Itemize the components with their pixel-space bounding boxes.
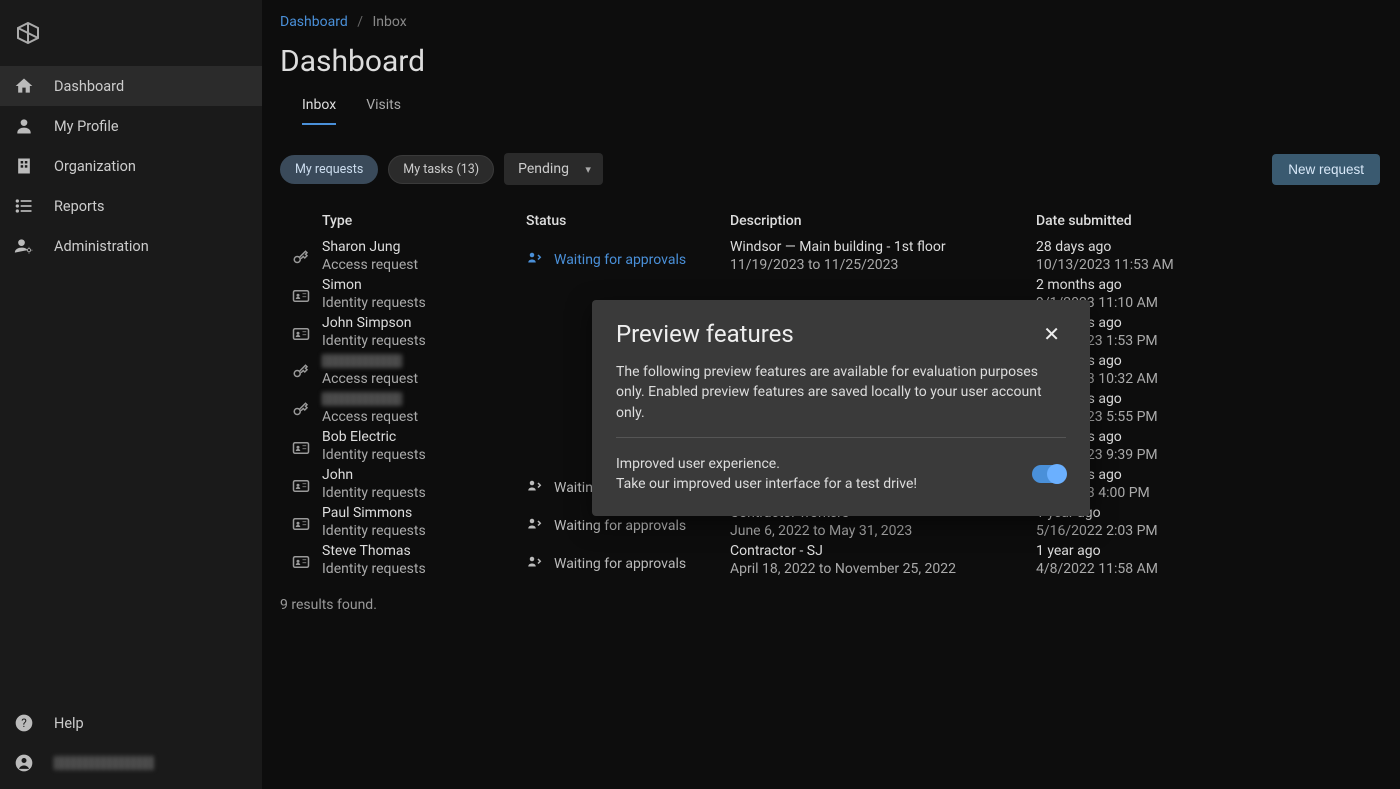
help-icon: ? (14, 713, 34, 733)
table-row[interactable]: Steve ThomasIdentity requestsWaiting for… (280, 541, 1380, 579)
description-cell (730, 277, 1036, 279)
filter-row: My requests My tasks (13) Pending New re… (280, 153, 1380, 185)
approval-icon (526, 249, 544, 271)
approval-icon (526, 515, 544, 537)
type-cell: Sharon JungAccess request (322, 239, 526, 273)
type-cell: JohnIdentity requests (322, 467, 526, 501)
sidebar: Dashboard My Profile Organization Report… (0, 0, 262, 789)
sidebar-bottom: ? Help (0, 703, 262, 789)
preview-features-modal: Preview features ✕ The following preview… (592, 300, 1090, 516)
type-cell: SimonIdentity requests (322, 277, 526, 311)
list-icon (14, 196, 34, 216)
building-icon (14, 156, 34, 176)
header-date: Date submitted (1036, 213, 1380, 229)
page-title: Dashboard (280, 44, 1380, 79)
modal-description: The following preview features are avail… (616, 362, 1066, 438)
date-cell: 28 days ago10/13/2023 11:53 AM (1036, 239, 1380, 273)
sidebar-item-label: Help (54, 715, 84, 732)
key-icon (280, 239, 322, 267)
status-cell: Waiting for approvals (526, 543, 730, 575)
status-select[interactable]: Pending (504, 153, 603, 185)
breadcrumb-root[interactable]: Dashboard (280, 14, 348, 30)
home-icon (14, 76, 34, 96)
tab-inbox[interactable]: Inbox (302, 91, 336, 125)
sidebar-item-profile[interactable]: My Profile (0, 106, 262, 146)
description-cell: Contractor - SJApril 18, 2022 to Novembe… (730, 543, 1036, 577)
id-card-icon (280, 467, 322, 495)
breadcrumb-current: Inbox (372, 14, 406, 30)
id-card-icon (280, 429, 322, 457)
status-cell (526, 277, 730, 287)
header-status: Status (526, 213, 730, 229)
type-cell: John SimpsonIdentity requests (322, 315, 526, 349)
type-cell: Paul SimmonsIdentity requests (322, 505, 526, 539)
sidebar-item-label: Organization (54, 158, 136, 175)
type-cell: Bob ElectricIdentity requests (322, 429, 526, 463)
sidebar-item-label: My Profile (54, 118, 119, 135)
header-type: Type (322, 213, 526, 229)
header-description: Description (730, 213, 1036, 229)
chip-my-requests[interactable]: My requests (280, 155, 378, 184)
sidebar-item-account[interactable] (0, 743, 262, 783)
table-header: Type Status Description Date submitted (280, 209, 1380, 237)
feature-toggle[interactable] (1032, 465, 1066, 483)
type-cell: Access request (322, 391, 526, 425)
type-cell: Steve ThomasIdentity requests (322, 543, 526, 577)
sidebar-item-organization[interactable]: Organization (0, 146, 262, 186)
sidebar-item-label: Administration (54, 238, 149, 255)
admin-icon (14, 236, 34, 256)
sidebar-item-reports[interactable]: Reports (0, 186, 262, 226)
modal-close-button[interactable]: ✕ (1037, 320, 1066, 348)
feature-line1: Improved user experience. (616, 454, 1016, 474)
table-row[interactable]: Sharon JungAccess requestWaiting for app… (280, 237, 1380, 275)
account-icon (14, 753, 34, 773)
key-icon (280, 353, 322, 381)
date-cell: 1 year ago4/8/2022 11:58 AM (1036, 543, 1380, 577)
breadcrumb-separator: / (357, 14, 363, 30)
modal-feature-row: Improved user experience. Take our impro… (616, 454, 1066, 495)
logo-area (0, 0, 262, 66)
new-request-button[interactable]: New request (1272, 154, 1380, 185)
sidebar-item-help[interactable]: ? Help (0, 703, 262, 743)
id-card-icon (280, 315, 322, 343)
modal-title: Preview features (616, 320, 794, 348)
description-cell: Windsor — Main building - 1st floor11/19… (730, 239, 1036, 273)
results-count: 9 results found. (280, 597, 1380, 613)
sidebar-item-administration[interactable]: Administration (0, 226, 262, 266)
approval-icon (526, 553, 544, 575)
tab-visits[interactable]: Visits (366, 91, 401, 125)
approval-icon (526, 477, 544, 499)
id-card-icon (280, 277, 322, 305)
person-icon (14, 116, 34, 136)
key-icon (280, 391, 322, 419)
app-logo-icon (16, 21, 40, 45)
sidebar-item-dashboard[interactable]: Dashboard (0, 66, 262, 106)
tabs: Inbox Visits (280, 91, 1380, 125)
feature-line2: Take our improved user interface for a t… (616, 474, 1016, 494)
id-card-icon (280, 505, 322, 533)
main-content: Dashboard / Inbox Dashboard Inbox Visits… (262, 0, 1400, 789)
modal-feature-text: Improved user experience. Take our impro… (616, 454, 1016, 495)
chip-my-tasks[interactable]: My tasks (13) (388, 155, 494, 184)
id-card-icon (280, 543, 322, 571)
breadcrumb: Dashboard / Inbox (280, 14, 1380, 30)
sidebar-item-label: Reports (54, 198, 105, 215)
redacted-name (322, 354, 402, 368)
close-icon: ✕ (1043, 322, 1060, 346)
status-select-value: Pending (518, 161, 569, 177)
redacted-name (322, 392, 402, 406)
type-cell: Access request (322, 353, 526, 387)
sidebar-item-label: Dashboard (54, 78, 124, 95)
account-name-redacted (54, 756, 154, 770)
status-cell[interactable]: Waiting for approvals (526, 239, 730, 271)
nav: Dashboard My Profile Organization Report… (0, 66, 262, 703)
svg-text:?: ? (21, 716, 27, 730)
